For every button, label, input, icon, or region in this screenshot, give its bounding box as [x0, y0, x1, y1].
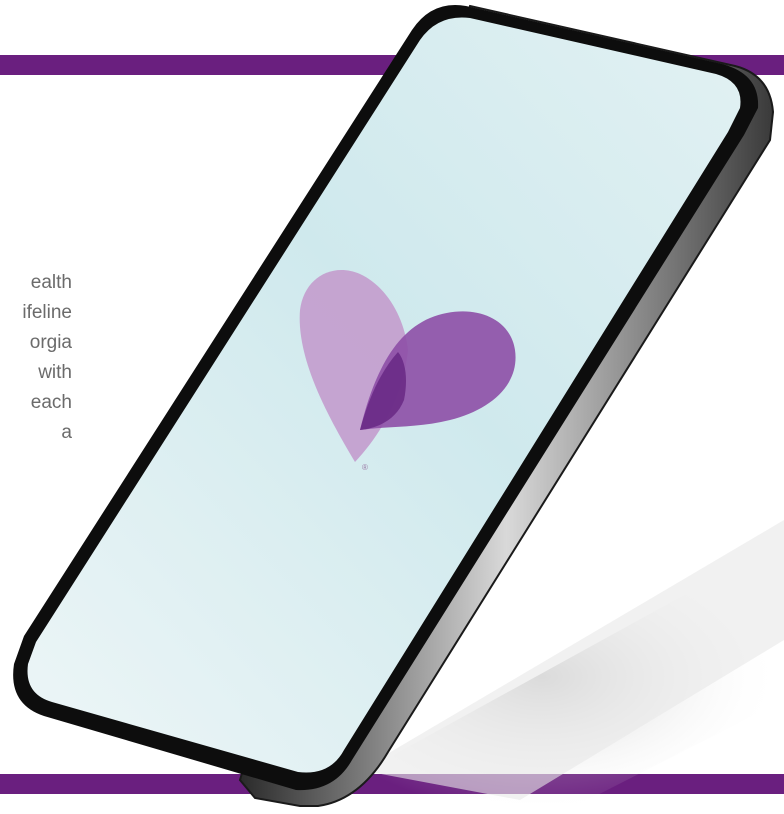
registered-mark: ®: [362, 463, 368, 472]
smartphone-illustration: ®: [13, 4, 784, 814]
